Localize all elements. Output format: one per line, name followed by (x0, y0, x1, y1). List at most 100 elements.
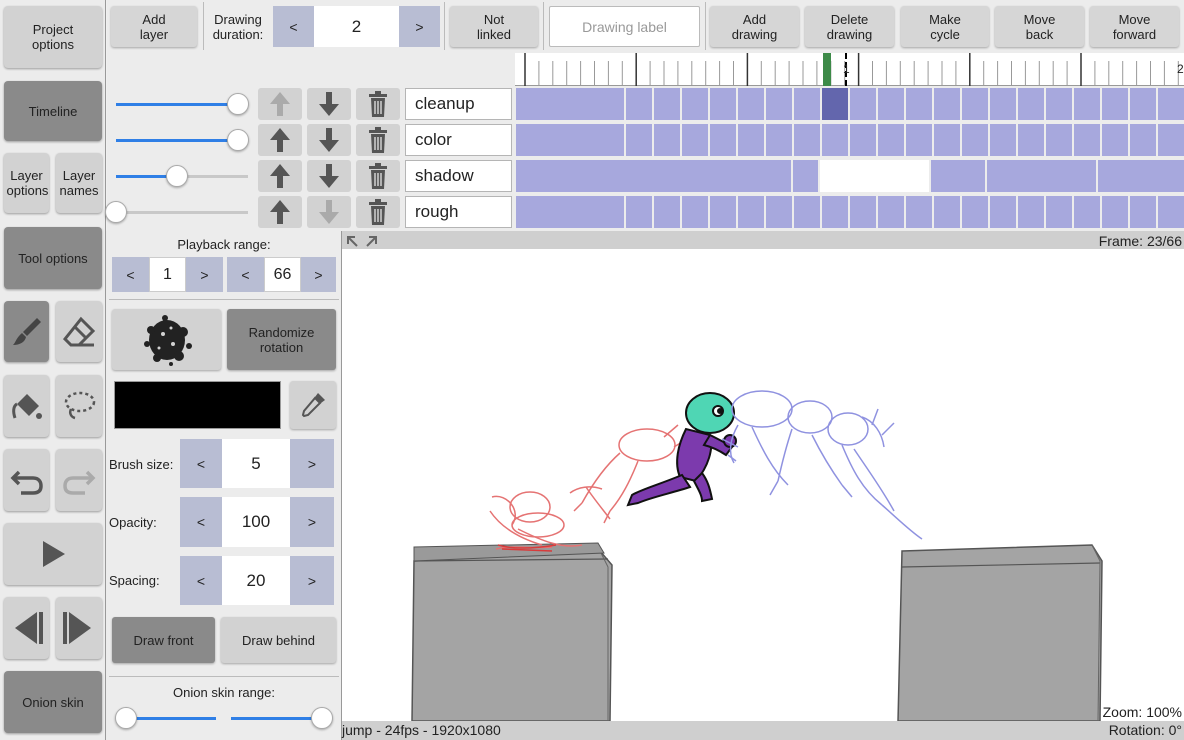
move-layer-down-button[interactable] (307, 196, 351, 228)
timeline-cell[interactable] (934, 196, 960, 228)
drawing-label-field[interactable]: Drawing label (549, 6, 700, 47)
timeline-cell[interactable] (1130, 88, 1156, 120)
timeline-cell[interactable] (626, 88, 652, 120)
layer-opacity-knob[interactable] (227, 129, 249, 151)
duration-increase-button[interactable]: > (399, 6, 440, 47)
brush-tool-button[interactable] (4, 301, 49, 362)
timeline-cell[interactable] (850, 88, 876, 120)
undo-button[interactable] (4, 449, 49, 511)
timeline-cell[interactable] (516, 160, 791, 192)
timeline-cell[interactable] (1102, 88, 1128, 120)
delete-layer-button[interactable] (356, 196, 400, 228)
spacing-increase[interactable]: > (290, 556, 334, 605)
timeline-cell[interactable] (1018, 88, 1044, 120)
timeline-cell[interactable] (878, 196, 904, 228)
timeline-cell[interactable] (738, 124, 764, 156)
timeline-cell[interactable] (1098, 160, 1184, 192)
timeline-cell[interactable] (850, 124, 876, 156)
opacity-value[interactable]: 100 (222, 497, 290, 547)
timeline-cell[interactable] (931, 160, 985, 192)
move-layer-up-button[interactable] (258, 196, 302, 228)
timeline-cell[interactable] (1074, 88, 1100, 120)
timeline-cell[interactable] (794, 196, 820, 228)
timeline-cell-selected[interactable] (822, 88, 848, 120)
timeline-cell[interactable] (794, 124, 820, 156)
move-layer-up-button[interactable] (258, 160, 302, 192)
layer-opacity-knob[interactable] (227, 93, 249, 115)
delete-layer-button[interactable] (356, 124, 400, 156)
timeline-cell[interactable] (794, 88, 820, 120)
range-end-increase[interactable]: > (301, 257, 336, 292)
layer-name-field[interactable]: color (405, 124, 512, 156)
play-button[interactable] (4, 523, 102, 585)
layer-names-button[interactable]: Layer names (56, 153, 102, 213)
move-layer-up-button[interactable] (258, 124, 302, 156)
delete-layer-button[interactable] (356, 88, 400, 120)
brush-texture-button[interactable] (112, 309, 221, 370)
opacity-increase[interactable]: > (290, 497, 334, 547)
timeline-cell[interactable] (654, 88, 680, 120)
spacing-decrease[interactable]: < (180, 556, 222, 605)
fill-tool-button[interactable] (4, 375, 49, 437)
timeline-cell[interactable] (1158, 196, 1184, 228)
timeline-cell[interactable] (878, 124, 904, 156)
timeline-cell[interactable] (1102, 196, 1128, 228)
timeline-cell[interactable] (626, 196, 652, 228)
move-layer-up-button[interactable] (258, 88, 302, 120)
onion-back-slider-knob[interactable] (115, 707, 137, 729)
layer-name-field[interactable]: cleanup (405, 88, 512, 120)
timeline-cell[interactable] (766, 124, 792, 156)
timeline-cell[interactable] (516, 196, 624, 228)
timeline-cell[interactable] (1158, 124, 1184, 156)
timeline-cell[interactable] (766, 88, 792, 120)
timeline-cell[interactable] (990, 88, 1016, 120)
timeline-cell[interactable] (516, 88, 624, 120)
brush-size-increase[interactable]: > (290, 439, 334, 488)
onion-forward-slider-knob[interactable] (311, 707, 333, 729)
timeline-cell[interactable] (626, 124, 652, 156)
lasso-tool-button[interactable] (56, 375, 102, 437)
make-cycle-button[interactable]: Make cycle (901, 6, 989, 47)
project-options-button[interactable]: Project options (4, 6, 102, 68)
brush-color-swatch[interactable] (114, 381, 281, 429)
timeline-cell[interactable] (682, 124, 708, 156)
duration-value[interactable]: 2 (314, 6, 399, 47)
draw-front-button[interactable]: Draw front (112, 617, 215, 663)
timeline-cell[interactable] (1130, 124, 1156, 156)
duration-decrease-button[interactable]: < (273, 6, 314, 47)
timeline-cell[interactable] (1018, 196, 1044, 228)
layer-opacity-knob[interactable] (166, 165, 188, 187)
spacing-value[interactable]: 20 (222, 556, 290, 605)
drawing-canvas[interactable] (342, 249, 1184, 721)
playhead-marker[interactable] (823, 53, 831, 86)
timeline-cell[interactable] (1130, 196, 1156, 228)
draw-behind-button[interactable]: Draw behind (221, 617, 336, 663)
timeline-cell[interactable] (738, 196, 764, 228)
timeline-button[interactable]: Timeline (4, 81, 102, 141)
timeline-cell[interactable] (1046, 124, 1072, 156)
redo-button[interactable] (56, 449, 102, 511)
timeline-cell[interactable] (1018, 124, 1044, 156)
randomize-rotation-button[interactable]: Randomize rotation (227, 309, 336, 370)
timeline-cell[interactable] (654, 124, 680, 156)
range-end-decrease[interactable]: < (227, 257, 264, 292)
move-forward-button[interactable]: Move forward (1090, 6, 1179, 47)
next-frame-button[interactable] (56, 597, 102, 659)
timeline-cell[interactable] (962, 88, 988, 120)
range-end-value[interactable]: 66 (264, 257, 301, 292)
timeline-cell[interactable] (1158, 88, 1184, 120)
timeline-cell[interactable] (1046, 88, 1072, 120)
range-start-decrease[interactable]: < (112, 257, 149, 292)
not-linked-button[interactable]: Not linked (450, 6, 538, 47)
layer-options-button[interactable]: Layer options (4, 153, 49, 213)
timeline-cell-empty[interactable] (820, 160, 929, 192)
timeline-cell[interactable] (934, 88, 960, 120)
eyedropper-button[interactable] (290, 381, 336, 429)
timeline-cell[interactable] (987, 160, 1096, 192)
timeline-cell[interactable] (710, 88, 736, 120)
timeline-cell[interactable] (1102, 124, 1128, 156)
timeline-cell[interactable] (906, 124, 932, 156)
timeline-cell[interactable] (516, 124, 624, 156)
timeline-cell[interactable] (682, 88, 708, 120)
timeline-cell[interactable] (906, 196, 932, 228)
